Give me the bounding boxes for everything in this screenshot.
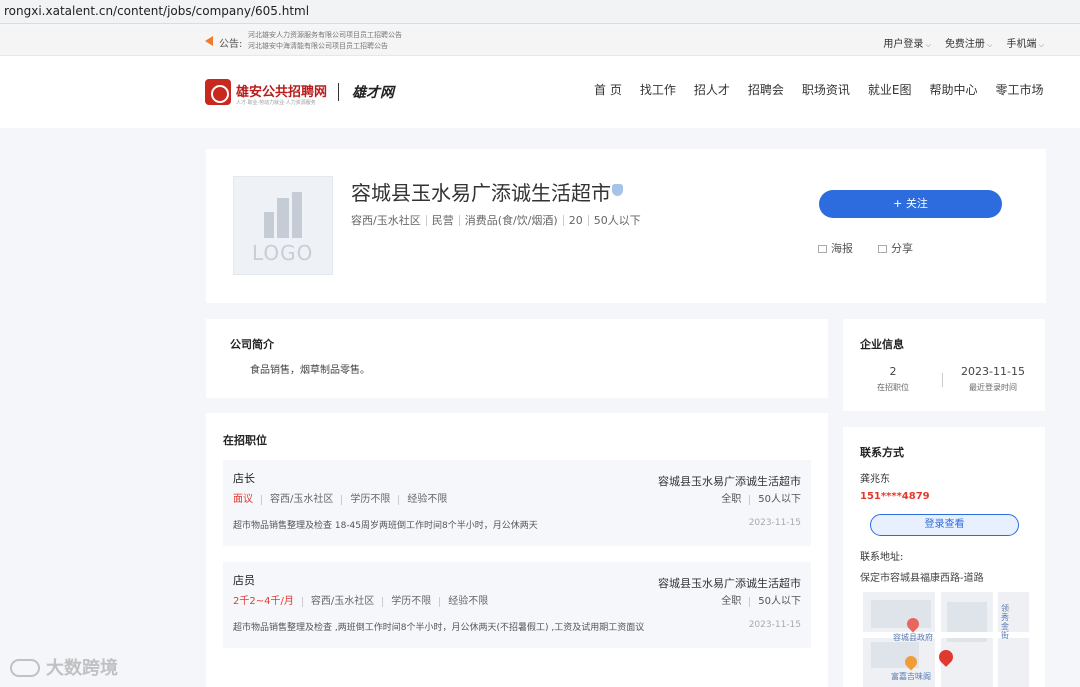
job-meta: 面议 容西/玉水社区 学历不限 经验不限 bbox=[233, 495, 455, 505]
info-title: 企业信息 bbox=[860, 338, 904, 351]
watermark: 大数跨境 bbox=[10, 654, 118, 680]
browser-url-bar[interactable]: rongxi.xatalent.cn/content/jobs/company/… bbox=[0, 0, 1080, 24]
map-label: 容城县政府 bbox=[893, 633, 933, 642]
company-tag: 20 bbox=[562, 215, 588, 226]
stat-login-label: 最近登录时间 bbox=[969, 383, 1017, 392]
intro-text: 食品销售，烟草制品零售。 bbox=[250, 365, 370, 376]
mobile-link[interactable]: 手机端 bbox=[1006, 35, 1044, 50]
site-logo-title[interactable]: 雄安公共招聘网 bbox=[236, 81, 327, 100]
stat-jobs-value: 2 bbox=[889, 365, 897, 378]
notice-line[interactable]: 河北雄安人力资源服务有限公司项目员工招聘公告 bbox=[248, 30, 448, 41]
main-nav: 首 页 找工作 招人才 招聘会 职场资讯 就业E图 帮助中心 零工市场 bbox=[594, 81, 1062, 98]
job-employment-type: 全职 bbox=[721, 596, 742, 607]
address-label: 联系地址: bbox=[860, 552, 904, 563]
notice-ticker[interactable]: 河北雄安人力资源服务有限公司项目员工招聘公告 河北雄安中海清能有限公司项目员工招… bbox=[248, 30, 448, 54]
jobs-title: 在招职位 bbox=[223, 434, 267, 447]
job-name[interactable]: 店长 bbox=[233, 470, 255, 486]
company-tag: 民营 bbox=[425, 215, 459, 226]
job-area: 容西/玉水社区 bbox=[301, 597, 382, 607]
nav-home[interactable]: 首 页 bbox=[594, 81, 622, 98]
contact-name: 龚兆东 bbox=[860, 474, 890, 485]
map-label: 领秀金街 bbox=[1001, 604, 1009, 640]
stat-jobs: 2 在招职位 bbox=[843, 365, 943, 393]
nav-news[interactable]: 职场资讯 bbox=[802, 81, 850, 98]
company-name: 容城县玉水易广添诚生活超市 bbox=[351, 181, 611, 205]
login-link[interactable]: 用户登录 bbox=[883, 35, 931, 50]
job-company[interactable]: 容城县玉水易广添诚生活超市 bbox=[658, 575, 801, 591]
job-type: 全职 50人以下 bbox=[721, 495, 801, 505]
site-header: 雄安公共招聘网 人才·职业·劳动力就业·人力资源服务 雄才网 首 页 找工作 招… bbox=[0, 56, 1080, 128]
job-meta: 2千2~4千/月 容西/玉水社区 学历不限 经验不限 bbox=[233, 597, 496, 607]
site-logo-icon[interactable] bbox=[205, 79, 231, 105]
nav-help[interactable]: 帮助中心 bbox=[929, 81, 977, 98]
register-link[interactable]: 免费注册 bbox=[945, 35, 993, 50]
job-education: 学历不限 bbox=[382, 597, 439, 607]
speaker-icon bbox=[205, 36, 213, 46]
watermark-text: 大数跨境 bbox=[46, 658, 118, 679]
address-text: 保定市容城县福康西路-道路 bbox=[860, 573, 984, 584]
company-header-card: LOGO 容城县玉水易广添诚生活超市 容西/玉水社区 民营 消费品(食/饮/烟酒… bbox=[206, 149, 1046, 303]
company-intro-card: 公司简介 食品销售，烟草制品零售。 bbox=[206, 319, 828, 398]
company-tag: 容西/玉水社区 bbox=[351, 214, 421, 227]
job-description: 超市物品销售整理及检查 ,两班倒工作时间8个半小时，月公休两天(不招暑假工) ,… bbox=[233, 623, 645, 633]
share-label: 分享 bbox=[891, 242, 913, 255]
job-experience: 经验不限 bbox=[398, 495, 455, 505]
poster-label: 海报 bbox=[831, 242, 853, 255]
job-type: 全职 50人以下 bbox=[721, 597, 801, 607]
login-to-view-button[interactable]: 登录查看 bbox=[870, 514, 1019, 536]
intro-title: 公司简介 bbox=[230, 338, 274, 351]
nav-gig-market[interactable]: 零工市场 bbox=[996, 81, 1044, 98]
contact-card: 联系方式 龚兆东 151****4879 登录查看 联系地址: 保定市容城县福康… bbox=[843, 427, 1045, 687]
logo-placeholder-text: LOGO bbox=[252, 241, 314, 265]
contact-phone: 151****4879 bbox=[860, 491, 930, 502]
company-tag: 消费品(食/饮/烟酒) bbox=[458, 215, 563, 226]
verified-shield-icon bbox=[612, 184, 623, 196]
brand-logo[interactable]: 雄才网 bbox=[352, 82, 394, 102]
share-button[interactable]: 分享 bbox=[878, 240, 913, 256]
stat-login: 2023-11-15 最近登录时间 bbox=[943, 365, 1043, 393]
building-icon bbox=[264, 192, 304, 238]
job-education: 学历不限 bbox=[341, 495, 398, 505]
watermark-logo-icon bbox=[10, 659, 40, 677]
notice-label: 公告: bbox=[219, 39, 243, 50]
company-tags: 容西/玉水社区 民营 消费品(食/饮/烟酒) 20 50人以下 bbox=[351, 215, 646, 226]
logo-divider bbox=[338, 83, 339, 101]
company-logo-placeholder: LOGO bbox=[233, 176, 333, 275]
jobs-card: 在招职位 店长 容城县玉水易广添诚生活超市 面议 容西/玉水社区 学历不限 经验… bbox=[206, 413, 828, 687]
stat-jobs-label: 在招职位 bbox=[877, 383, 909, 392]
job-item[interactable]: 店长 容城县玉水易广添诚生活超市 面议 容西/玉水社区 学历不限 经验不限 全职… bbox=[223, 460, 811, 546]
job-salary: 2千2~4千/月 bbox=[233, 596, 294, 607]
image-icon bbox=[818, 245, 827, 253]
nav-job-fair[interactable]: 招聘会 bbox=[748, 81, 784, 98]
job-salary: 面议 bbox=[233, 494, 253, 505]
contact-title: 联系方式 bbox=[860, 446, 904, 459]
job-company[interactable]: 容城县玉水易广添诚生活超市 bbox=[658, 473, 801, 489]
job-employment-type: 全职 bbox=[721, 494, 742, 505]
company-tag: 50人以下 bbox=[587, 215, 646, 226]
job-experience: 经验不限 bbox=[439, 597, 496, 607]
top-bar: 公告: 河北雄安人力资源服务有限公司项目员工招聘公告 河北雄安中海清能有限公司项… bbox=[0, 28, 1080, 56]
job-area: 容西/玉水社区 bbox=[261, 495, 341, 505]
job-date: 2023-11-15 bbox=[748, 620, 801, 630]
site-logo-subtitle: 人才·职业·劳动力就业·人力资源服务 bbox=[236, 100, 316, 106]
job-company-size: 50人以下 bbox=[749, 597, 801, 607]
job-item[interactable]: 店员 容城县玉水易广添诚生活超市 2千2~4千/月 容西/玉水社区 学历不限 经… bbox=[223, 562, 811, 648]
stat-login-value: 2023-11-15 bbox=[961, 365, 1025, 378]
follow-button[interactable]: + 关注 bbox=[819, 190, 1002, 218]
poster-button[interactable]: 海报 bbox=[818, 240, 853, 256]
nav-find-job[interactable]: 找工作 bbox=[640, 81, 676, 98]
nav-recruit[interactable]: 招人才 bbox=[694, 81, 730, 98]
top-links: 用户登录 免费注册 手机端 bbox=[883, 35, 1044, 50]
notice-line[interactable]: 河北雄安中海清能有限公司项目员工招聘公告 bbox=[248, 41, 448, 52]
share-icon bbox=[878, 245, 887, 253]
url-text: rongxi.xatalent.cn/content/jobs/company/… bbox=[4, 4, 310, 18]
location-map[interactable]: 容城县政府 富嘉吉味阁 领秀金街 bbox=[863, 592, 1029, 687]
nav-emap[interactable]: 就业E图 bbox=[868, 81, 912, 98]
company-info-card: 企业信息 2 在招职位 2023-11-15 最近登录时间 bbox=[843, 319, 1045, 411]
job-name[interactable]: 店员 bbox=[233, 572, 255, 588]
job-description: 超市物品销售整理及检查 18-45周岁两班倒工作时间8个半小时，月公休两天 bbox=[233, 521, 538, 531]
job-company-size: 50人以下 bbox=[749, 495, 801, 505]
map-label: 富嘉吉味阁 bbox=[891, 672, 931, 681]
job-date: 2023-11-15 bbox=[748, 518, 801, 528]
